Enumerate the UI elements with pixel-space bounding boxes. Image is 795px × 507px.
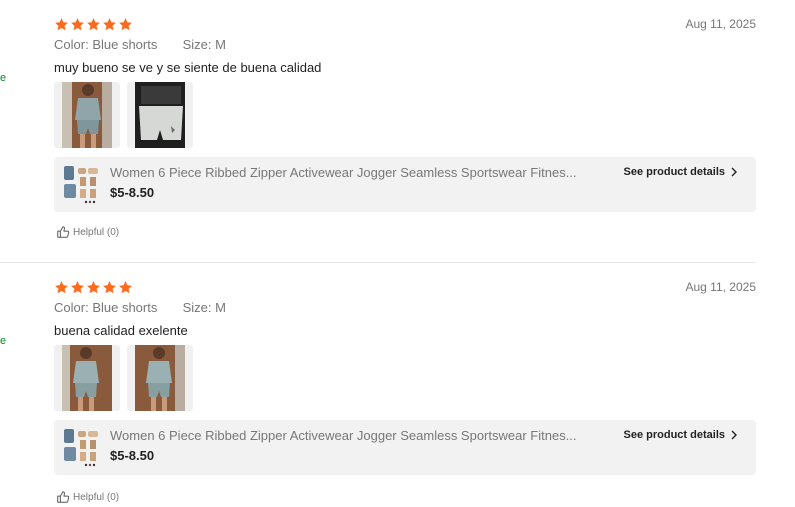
product-name[interactable]: Women 6 Piece Ribbed Zipper Activewear J… <box>110 165 606 180</box>
size-value: M <box>215 37 226 52</box>
review-text: muy bueno se ve y se siente de buena cal… <box>54 60 322 75</box>
review-photo-1[interactable] <box>54 82 120 148</box>
review-text: buena calidad exelente <box>54 323 188 338</box>
size-label: Size: <box>182 37 212 52</box>
helpful-label: Helpful (0) <box>73 226 120 238</box>
review-photos <box>54 82 193 148</box>
review-photos <box>54 345 193 411</box>
product-price: $5-8.50 <box>110 185 155 200</box>
see-product-details-button[interactable]: See product details <box>624 166 738 178</box>
star-icon <box>86 280 101 295</box>
clipped-text-fragment: e <box>0 335 7 347</box>
review-date: Aug 11, 2025 <box>685 280 756 294</box>
product-thumbnail <box>62 427 102 467</box>
see-product-details-label: See product details <box>623 166 725 178</box>
clipped-text-fragment: e <box>0 72 7 84</box>
product-price: $5-8.50 <box>110 448 155 463</box>
star-rating <box>54 280 133 296</box>
star-icon <box>54 280 69 295</box>
chevron-right-icon <box>731 167 737 177</box>
product-card[interactable]: Women 6 Piece Ribbed Zipper Activewear J… <box>54 420 756 475</box>
star-icon <box>54 17 69 32</box>
review-attributes: Color: Blue shorts Size: M <box>54 37 226 52</box>
product-name[interactable]: Women 6 Piece Ribbed Zipper Activewear J… <box>110 428 606 443</box>
review-divider <box>0 262 756 263</box>
size-label: Size: <box>182 300 212 315</box>
product-card[interactable]: Women 6 Piece Ribbed Zipper Activewear J… <box>54 157 756 212</box>
helpful-button[interactable]: Helpful (0) <box>56 225 119 239</box>
chevron-right-icon <box>731 430 737 440</box>
color-value: Blue shorts <box>92 37 158 52</box>
helpful-button[interactable]: Helpful (0) <box>56 490 119 504</box>
star-rating <box>54 17 133 33</box>
star-icon <box>118 280 133 295</box>
review-attributes: Color: Blue shorts Size: M <box>54 300 226 315</box>
review-photo-2[interactable] <box>127 82 193 148</box>
review-photo-2[interactable] <box>127 345 193 411</box>
color-label: Color: <box>54 300 89 315</box>
star-icon <box>70 280 85 295</box>
product-thumbnail <box>62 164 102 204</box>
helpful-label: Helpful (0) <box>73 491 120 503</box>
star-icon <box>118 17 133 32</box>
see-product-details-button[interactable]: See product details <box>624 429 738 441</box>
size-value: M <box>215 300 226 315</box>
thumb-up-icon <box>57 491 70 503</box>
see-product-details-label: See product details <box>623 429 725 441</box>
review-date: Aug 11, 2025 <box>685 17 756 31</box>
review-photo-1[interactable] <box>54 345 120 411</box>
star-icon <box>102 17 117 32</box>
star-icon <box>86 17 101 32</box>
color-value: Blue shorts <box>92 300 158 315</box>
star-icon <box>70 17 85 32</box>
color-label: Color: <box>54 37 89 52</box>
thumb-up-icon <box>57 226 70 238</box>
star-icon <box>102 280 117 295</box>
